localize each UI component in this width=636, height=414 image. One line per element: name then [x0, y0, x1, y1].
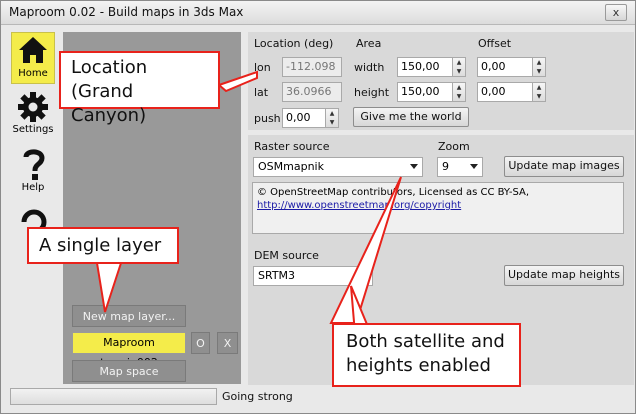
- both-callout-line1: Both satellite and: [346, 331, 505, 352]
- location-callout-line1: Location: [71, 57, 148, 78]
- location-arrow: [217, 70, 258, 93]
- both-callout-line2: heights enabled: [346, 355, 491, 376]
- layer-callout: A single layer: [27, 227, 179, 264]
- app-window: Maproom 0.02 - Build maps in 3ds Max x H…: [0, 0, 636, 414]
- layer-arrow: [95, 262, 123, 313]
- both-enabled-callout: Both satellite and heights enabled: [332, 323, 521, 387]
- location-callout: Location (Grand Canyon): [59, 51, 220, 126]
- layer-callout-text: A single layer: [39, 235, 162, 256]
- location-callout-line2: (Grand Canyon): [71, 81, 147, 126]
- raster-arrow: [329, 176, 402, 324]
